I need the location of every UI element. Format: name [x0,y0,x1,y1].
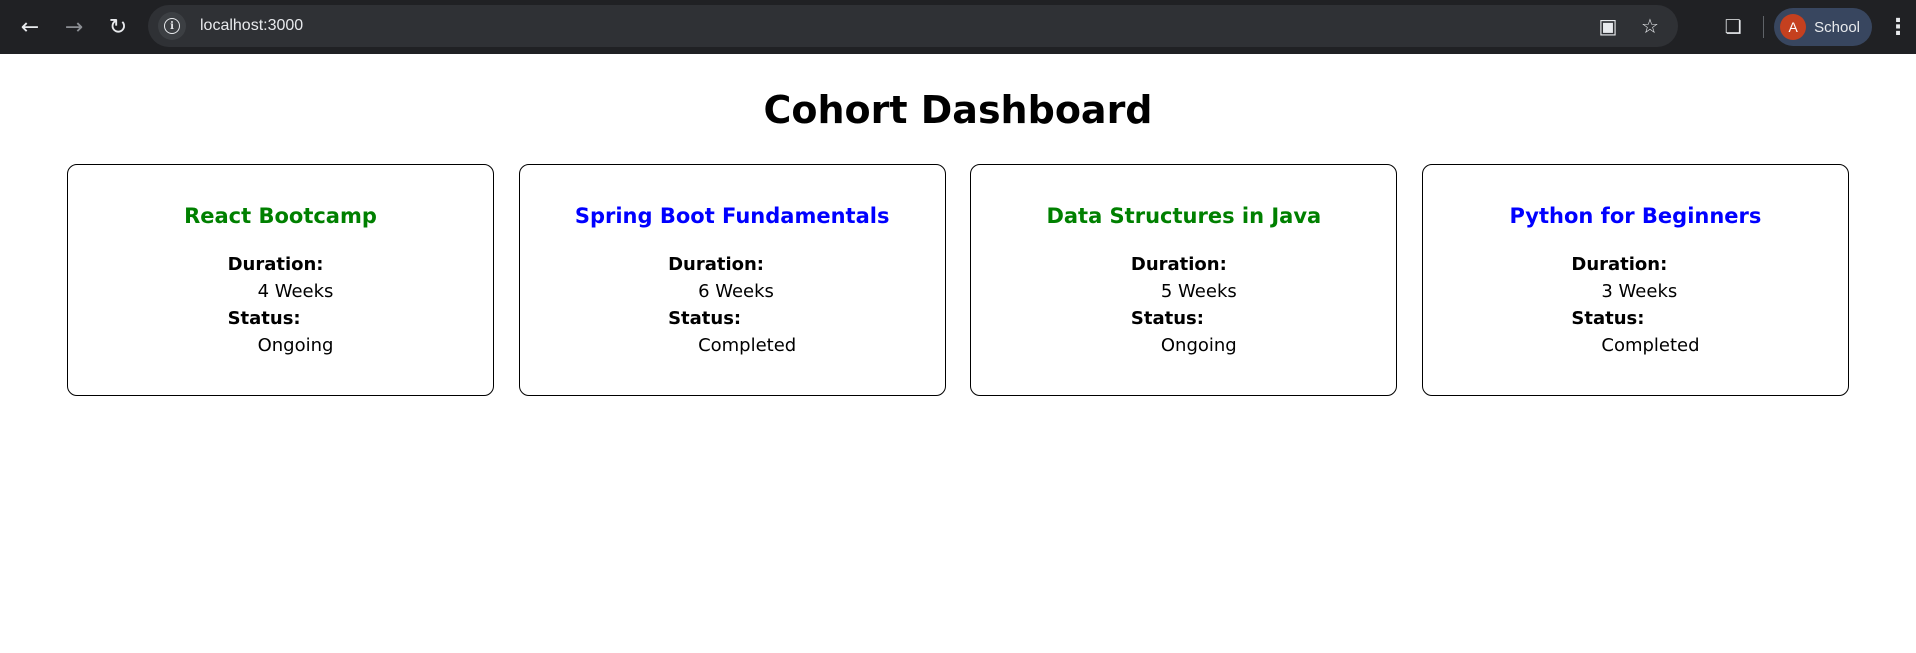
status-value: Completed [698,335,797,356]
cohort-card: React Bootcamp Duration: 4 Weeks Status:… [67,164,494,396]
url-text[interactable]: localhost:3000 [200,17,1582,35]
page-content: Cohort Dashboard React Bootcamp Duration… [0,88,1916,396]
forward-arrow-icon[interactable]: → [52,5,96,49]
cohort-name: Spring Boot Fundamentals [574,204,890,228]
profile-button[interactable]: A School [1774,8,1872,46]
duration-label: Duration: [1571,254,1668,275]
kebab-menu-icon[interactable]: ⋮ [1880,7,1916,47]
status-value: Completed [1601,335,1700,356]
cohort-details: Duration: 5 Weeks Status: Ongoing [1131,251,1237,359]
profile-name: School [1814,18,1860,36]
duration-value: 5 Weeks [1160,281,1237,302]
cohort-details: Duration: 4 Weeks Status: Ongoing [228,251,334,359]
duration-label: Duration: [1130,254,1227,275]
cohort-name: React Bootcamp [184,204,377,228]
status-label: Status: [1571,308,1645,329]
toolbar-divider [1763,16,1765,38]
reload-icon[interactable]: ↻ [96,5,140,49]
status-label: Status: [1130,308,1204,329]
avatar: A [1780,14,1807,40]
cohort-card: Data Structures in Java Duration: 5 Week… [970,164,1398,396]
page-title: Cohort Dashboard [763,88,1153,132]
cohort-name: Python for Beginners [1509,204,1762,228]
status-value: Ongoing [257,335,334,356]
back-arrow-icon[interactable]: ← [8,5,52,49]
extensions-icon[interactable]: ❏ [1713,7,1753,47]
address-bar[interactable]: i localhost:3000 ▣ ☆ [148,5,1678,47]
cohort-card-list: React Bootcamp Duration: 4 Weeks Status:… [67,164,1849,396]
cohort-details: Duration: 3 Weeks Status: Completed [1571,251,1699,359]
duration-value: 3 Weeks [1601,281,1678,302]
toolbar-right: ❏ A School ⋮ [1713,0,1916,54]
duration-label: Duration: [227,254,324,275]
cohort-details: Duration: 6 Weeks Status: Completed [668,251,796,359]
cohort-card: Python for Beginners Duration: 3 Weeks S… [1421,164,1849,396]
status-label: Status: [668,308,742,329]
bookmark-star-icon[interactable]: ☆ [1634,10,1666,42]
duration-value: 4 Weeks [257,281,334,302]
install-app-icon[interactable]: ▣ [1592,10,1624,42]
browser-toolbar: ← → ↻ i localhost:3000 ▣ ☆ ❏ A School ⋮ [0,0,1916,54]
duration-value: 6 Weeks [698,281,774,302]
cohort-card: Spring Boot Fundamentals Duration: 6 Wee… [518,164,946,396]
cohort-name: Data Structures in Java [1046,204,1322,228]
status-label: Status: [227,308,301,329]
site-info-icon[interactable]: i [158,12,186,40]
duration-label: Duration: [668,254,764,275]
status-value: Ongoing [1160,335,1237,356]
